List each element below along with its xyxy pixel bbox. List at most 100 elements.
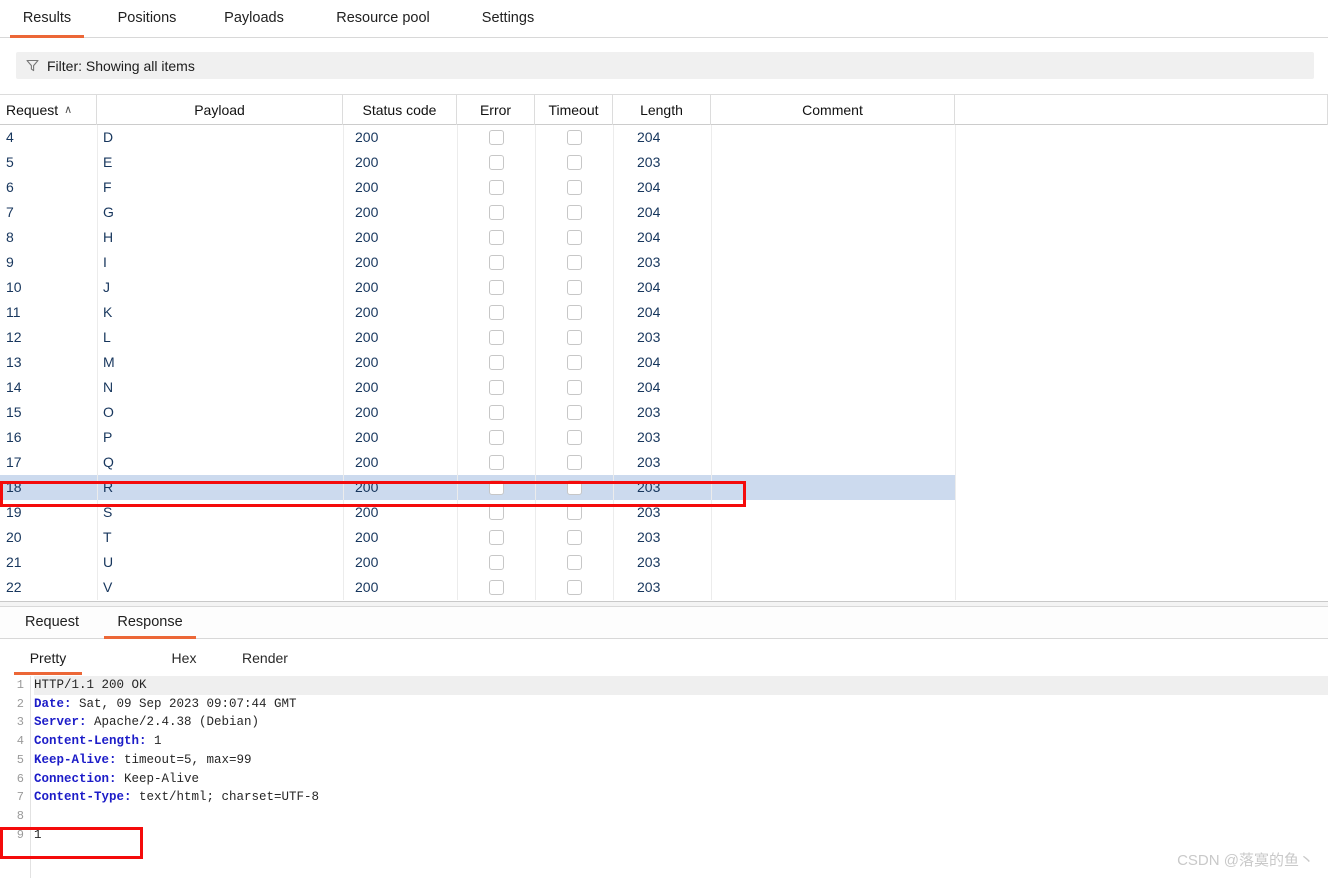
table-row[interactable]: 18 R 200 203 [0, 475, 1328, 500]
tab-positions[interactable]: Positions [98, 0, 196, 38]
error-checkbox[interactable] [489, 230, 504, 245]
table-row[interactable]: 16 P 200 203 [0, 425, 1328, 450]
timeout-checkbox[interactable] [567, 180, 582, 195]
timeout-checkbox[interactable] [567, 505, 582, 520]
table-row[interactable]: 19 S 200 203 [0, 500, 1328, 525]
error-checkbox[interactable] [489, 530, 504, 545]
column-divider [97, 325, 98, 350]
timeout-checkbox[interactable] [567, 255, 582, 270]
column-divider [613, 450, 614, 475]
table-row[interactable]: 5 E 200 203 [0, 150, 1328, 175]
column-header-request[interactable]: Request ∧ [0, 95, 97, 125]
timeout-checkbox[interactable] [567, 280, 582, 295]
timeout-checkbox[interactable] [567, 430, 582, 445]
timeout-checkbox[interactable] [567, 555, 582, 570]
timeout-checkbox[interactable] [567, 205, 582, 220]
timeout-checkbox[interactable] [567, 330, 582, 345]
timeout-checkbox[interactable] [567, 455, 582, 470]
timeout-checkbox[interactable] [567, 230, 582, 245]
timeout-checkbox[interactable] [567, 130, 582, 145]
column-header-blank[interactable] [955, 95, 1328, 125]
timeout-checkbox[interactable] [567, 155, 582, 170]
column-header-comment[interactable]: Comment [711, 95, 955, 125]
timeout-checkbox[interactable] [567, 580, 582, 595]
filter-bar-container: Filter: Showing all items [0, 39, 1328, 93]
filter-bar[interactable]: Filter: Showing all items [16, 52, 1314, 79]
column-divider [343, 575, 344, 600]
error-checkbox[interactable] [489, 180, 504, 195]
table-row[interactable]: 12 L 200 203 [0, 325, 1328, 350]
error-checkbox[interactable] [489, 155, 504, 170]
table-row[interactable]: 6 F 200 204 [0, 175, 1328, 200]
table-row[interactable]: 22 V 200 203 [0, 575, 1328, 600]
table-row[interactable]: 17 Q 200 203 [0, 450, 1328, 475]
column-divider [613, 150, 614, 175]
error-checkbox[interactable] [489, 330, 504, 345]
error-checkbox[interactable] [489, 480, 504, 495]
timeout-checkbox[interactable] [567, 530, 582, 545]
error-checkbox[interactable] [489, 355, 504, 370]
table-row[interactable]: 15 O 200 203 [0, 400, 1328, 425]
table-row[interactable]: 14 N 200 204 [0, 375, 1328, 400]
error-checkbox[interactable] [489, 305, 504, 320]
column-header-payload[interactable]: Payload [97, 95, 343, 125]
view-tab-hex[interactable]: Hex [156, 645, 212, 675]
column-divider [97, 375, 98, 400]
view-tab-render[interactable]: Render [228, 645, 302, 675]
table-row[interactable]: 13 M 200 204 [0, 350, 1328, 375]
cell-length: 204 [637, 204, 661, 220]
table-row[interactable]: 9 I 200 203 [0, 250, 1328, 275]
column-header-timeout[interactable]: Timeout [535, 95, 613, 125]
results-table-body: 4 D 200 204 5 E 200 203 6 F 200 204 7 G 200 204 8 H 200 204… [0, 125, 1328, 603]
error-checkbox[interactable] [489, 505, 504, 520]
message-tab-request[interactable]: Request [14, 607, 90, 639]
column-header-label: Status code [362, 102, 437, 118]
error-checkbox[interactable] [489, 430, 504, 445]
table-row[interactable]: 4 D 200 204 [0, 125, 1328, 150]
column-divider [613, 425, 614, 450]
column-divider [457, 225, 458, 250]
column-divider [535, 225, 536, 250]
column-header-error[interactable]: Error [457, 95, 535, 125]
view-tab-pretty[interactable]: Pretty [14, 645, 82, 675]
timeout-checkbox[interactable] [567, 355, 582, 370]
error-checkbox[interactable] [489, 580, 504, 595]
timeout-checkbox[interactable] [567, 380, 582, 395]
tab-resource-pool[interactable]: Resource pool [312, 0, 454, 38]
timeout-checkbox[interactable] [567, 305, 582, 320]
error-checkbox[interactable] [489, 280, 504, 295]
timeout-checkbox[interactable] [567, 405, 582, 420]
cell-payload: F [103, 179, 112, 195]
cell-length: 203 [637, 454, 661, 470]
error-checkbox[interactable] [489, 555, 504, 570]
cell-length: 204 [637, 379, 661, 395]
column-divider [97, 225, 98, 250]
column-divider [457, 400, 458, 425]
table-row[interactable]: 7 G 200 204 [0, 200, 1328, 225]
column-header-length[interactable]: Length [613, 95, 711, 125]
column-divider [955, 150, 956, 175]
message-tab-response[interactable]: Response [104, 607, 196, 639]
tab-results[interactable]: Results [10, 0, 84, 38]
table-row[interactable]: 20 T 200 203 [0, 525, 1328, 550]
table-row[interactable]: 21 U 200 203 [0, 550, 1328, 575]
error-checkbox[interactable] [489, 130, 504, 145]
cell-status: 200 [355, 579, 379, 595]
table-row[interactable]: 10 J 200 204 [0, 275, 1328, 300]
error-checkbox[interactable] [489, 255, 504, 270]
table-row[interactable]: 8 H 200 204 [0, 225, 1328, 250]
tab-settings[interactable]: Settings [466, 0, 550, 38]
column-divider [711, 150, 712, 175]
column-divider [711, 450, 712, 475]
tab-payloads[interactable]: Payloads [208, 0, 300, 38]
column-divider [613, 550, 614, 575]
timeout-checkbox[interactable] [567, 480, 582, 495]
column-header-status-code[interactable]: Status code [343, 95, 457, 125]
error-checkbox[interactable] [489, 405, 504, 420]
error-checkbox[interactable] [489, 455, 504, 470]
table-row[interactable]: 11 K 200 204 [0, 300, 1328, 325]
view-tab-bar: Pretty Hex Render [0, 645, 1328, 675]
response-editor[interactable]: 1 HTTP/1.1 200 OK 2 Date: Sat, 09 Sep 2023 … [0, 676, 1328, 878]
error-checkbox[interactable] [489, 380, 504, 395]
error-checkbox[interactable] [489, 205, 504, 220]
